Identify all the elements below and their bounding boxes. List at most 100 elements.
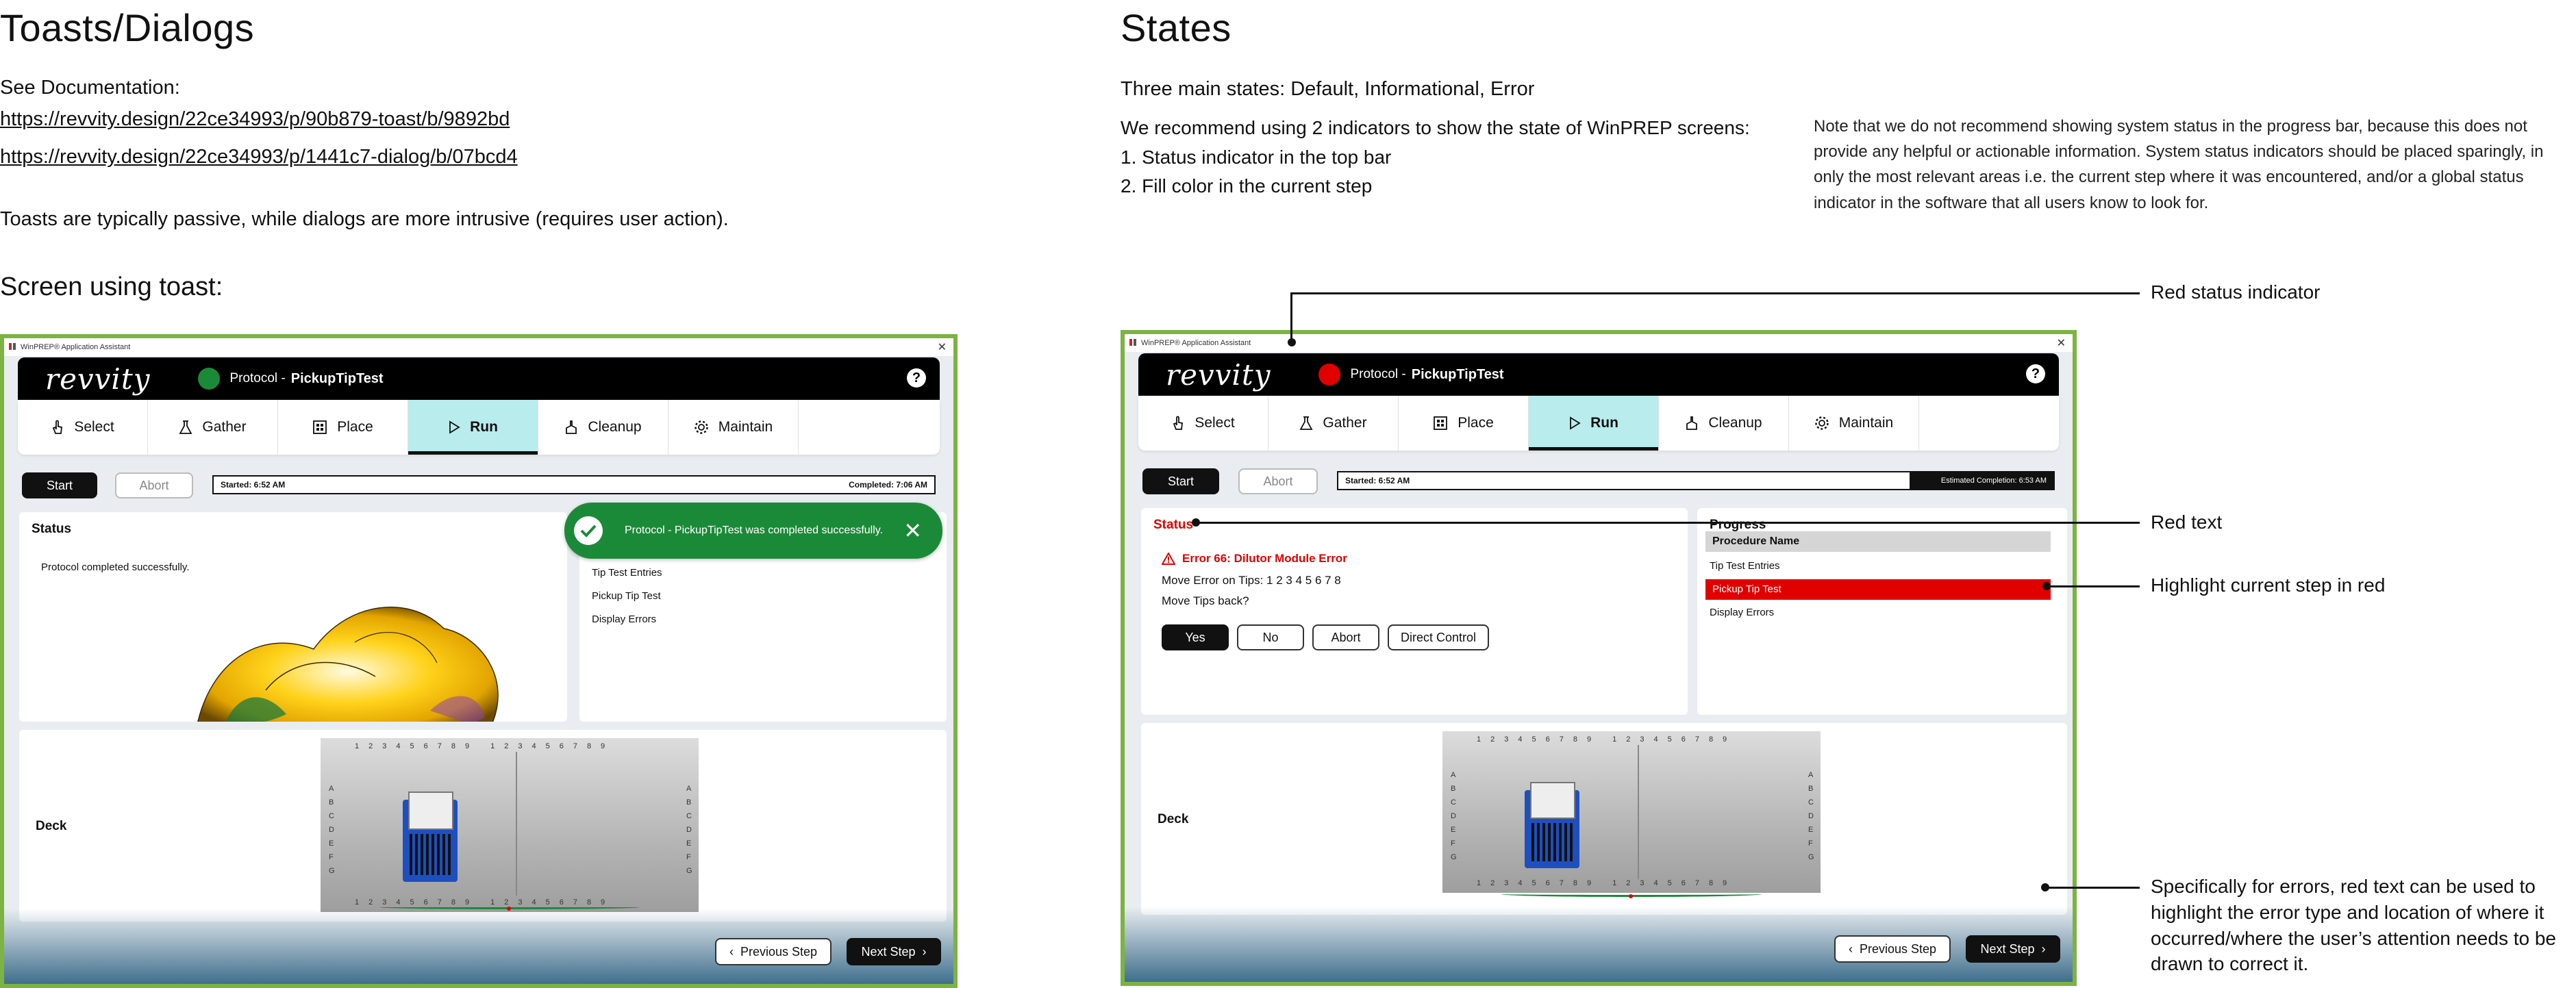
revvity-logo: revvity	[1166, 357, 1271, 392]
chevron-right-icon: ›	[2041, 941, 2046, 956]
start-button[interactable]: Start	[22, 472, 97, 498]
deck-layout: ABCDEFG ABCDEFG 123456789 123456789 1234…	[1442, 731, 1821, 893]
tab-place[interactable]: Place	[1399, 396, 1529, 451]
previous-step-label: Previous Step	[740, 944, 818, 959]
deck-position-dot	[507, 907, 511, 911]
chevron-left-icon: ‹	[1848, 941, 1853, 956]
doc-link-toast[interactable]: https://revvity.design/22ce34993/p/90b87…	[0, 108, 510, 131]
close-icon[interactable]: ✕	[938, 340, 947, 354]
app-icon	[9, 343, 16, 350]
start-button[interactable]: Start	[1142, 468, 1219, 494]
tab-maintain[interactable]: Maintain	[1789, 396, 1919, 451]
completed-message: Protocol completed successfully.	[41, 561, 190, 573]
deck-position-dot	[1629, 894, 1633, 898]
protocol-indicator: Protocol - PickupTipTest	[198, 368, 384, 390]
tab-maintain[interactable]: Maintain	[668, 400, 799, 455]
run-controls: Start Abort Started: 6:52 AM Completed: …	[18, 472, 940, 501]
step-item[interactable]: Pickup Tip Test	[592, 590, 661, 602]
abort-button[interactable]: Abort	[1238, 468, 1318, 494]
toast-close-icon[interactable]: ✕	[903, 518, 922, 544]
warning-icon	[1162, 553, 1175, 565]
annotation-dot	[1288, 338, 1296, 346]
tab-gather[interactable]: Gather	[1268, 396, 1399, 451]
hand-pointer-icon	[53, 420, 63, 434]
current-step-highlight[interactable]: Pickup Tip Test	[1705, 579, 2051, 600]
nav-tabs: Select Gather Place Run Cleanup Maintain	[1138, 396, 2059, 451]
annotation-line	[1290, 292, 1292, 342]
run-controls: Start Abort Started: 6:52 AM Estimated C…	[1138, 468, 2059, 497]
grid-icon	[1434, 416, 1448, 430]
step-item[interactable]: Display Errors	[1710, 607, 1774, 618]
see-documentation-label: See Documentation:	[0, 77, 180, 99]
status-dot-success	[198, 368, 221, 390]
annotation-line	[1290, 292, 2140, 294]
help-icon[interactable]: ?	[2026, 364, 2045, 383]
next-step-label: Next Step	[1980, 941, 2035, 956]
deck-divider	[516, 752, 517, 896]
status-panel: Status Protocol completed successfully.	[19, 512, 567, 722]
next-step-button[interactable]: Next Step ›	[1966, 935, 2060, 963]
app-window-error: WinPREP® Application Assistant ✕ revvity…	[1121, 330, 2077, 986]
module-block	[408, 791, 453, 830]
run-progress-bar: Started: 6:52 AM Estimated Completion: 6…	[1337, 471, 2055, 490]
step-item[interactable]: Tip Test Entries	[1710, 560, 1780, 572]
section-title-toasts: Toasts/Dialogs	[0, 6, 255, 49]
close-icon[interactable]: ✕	[2057, 336, 2066, 350]
tab-label: Cleanup	[1708, 415, 1762, 431]
deck-title: Deck	[36, 819, 67, 833]
previous-step-button[interactable]: ‹ Previous Step	[1834, 935, 1951, 963]
tab-place[interactable]: Place	[278, 400, 408, 455]
help-icon[interactable]: ?	[907, 368, 926, 388]
deck-col-labels-bottom: 123456789 123456789	[1477, 879, 1737, 887]
tab-select[interactable]: Select	[1138, 396, 1268, 451]
tab-gather[interactable]: Gather	[148, 400, 278, 455]
abort-error-button[interactable]: Abort	[1312, 624, 1379, 650]
tab-cleanup[interactable]: Cleanup	[1659, 396, 1789, 451]
annotation-red-status: Red status indicator	[2151, 281, 2321, 303]
status-title: Status	[1153, 518, 1194, 532]
deck-divider	[1638, 745, 1639, 879]
yes-button[interactable]: Yes	[1162, 624, 1229, 650]
annotation-highlight: Highlight current step in red	[2151, 574, 2386, 596]
no-button[interactable]: No	[1237, 624, 1304, 650]
module-block	[1530, 782, 1575, 819]
direct-control-button[interactable]: Direct Control	[1388, 624, 1489, 650]
tab-label: Cleanup	[588, 419, 642, 435]
tab-select[interactable]: Select	[18, 400, 148, 455]
chevron-right-icon: ›	[922, 944, 927, 959]
play-icon	[1570, 416, 1581, 430]
progress-fill: Estimated Completion: 6:53 AM	[1910, 472, 2053, 489]
annotation-errors-note: Specifically for errors, red text can be…	[2151, 876, 2557, 975]
move-error-text: Move Error on Tips: 1 2 3 4 5 6 7 8	[1162, 574, 1341, 587]
previous-step-button[interactable]: ‹ Previous Step	[715, 938, 831, 965]
toast-note: Toasts are typically passive, while dial…	[0, 208, 729, 230]
deck-row-labels-right: ABCDEFG	[686, 785, 692, 875]
chevron-left-icon: ‹	[729, 944, 734, 959]
app-window-toast: WinPREP® Application Assistant ✕ revvity…	[0, 334, 958, 988]
next-step-label: Next Step	[861, 944, 916, 959]
doc-link-dialog[interactable]: https://revvity.design/22ce34993/p/1441c…	[0, 146, 518, 168]
hand-pointer-icon	[1173, 416, 1184, 430]
step-item[interactable]: Display Errors	[592, 613, 656, 625]
success-toast: Protocol - PickupTipTest was completed s…	[564, 503, 942, 559]
tab-run[interactable]: Run	[1529, 396, 1659, 451]
gear-icon	[695, 420, 708, 434]
tab-run[interactable]: Run	[408, 400, 538, 455]
section-title-states: States	[1121, 6, 1231, 49]
step-item[interactable]: Tip Test Entries	[592, 567, 662, 579]
tip-rack	[410, 834, 451, 875]
annotation-line	[1196, 522, 2140, 524]
deck-col-labels-top: 123456789 123456789	[355, 742, 615, 750]
annotation-line	[2045, 887, 2140, 889]
recommend-item-1: 1. Status indicator in the top bar	[1121, 147, 1392, 168]
tab-cleanup[interactable]: Cleanup	[538, 400, 668, 455]
next-step-button[interactable]: Next Step ›	[847, 938, 941, 965]
started-time: Started: 6:52 AM	[221, 480, 286, 490]
tab-label: Maintain	[1838, 415, 1894, 431]
states-line: Three main states: Default, Informationa…	[1121, 78, 1535, 100]
abort-button[interactable]: Abort	[115, 472, 193, 498]
deck-panel: Deck ABCDEFG ABCDEFG 123456789 123456789…	[1141, 723, 2067, 915]
window-title: WinPREP® Application Assistant	[1141, 339, 1251, 347]
flask-icon	[179, 420, 192, 434]
cleanup-icon	[1686, 416, 1698, 430]
